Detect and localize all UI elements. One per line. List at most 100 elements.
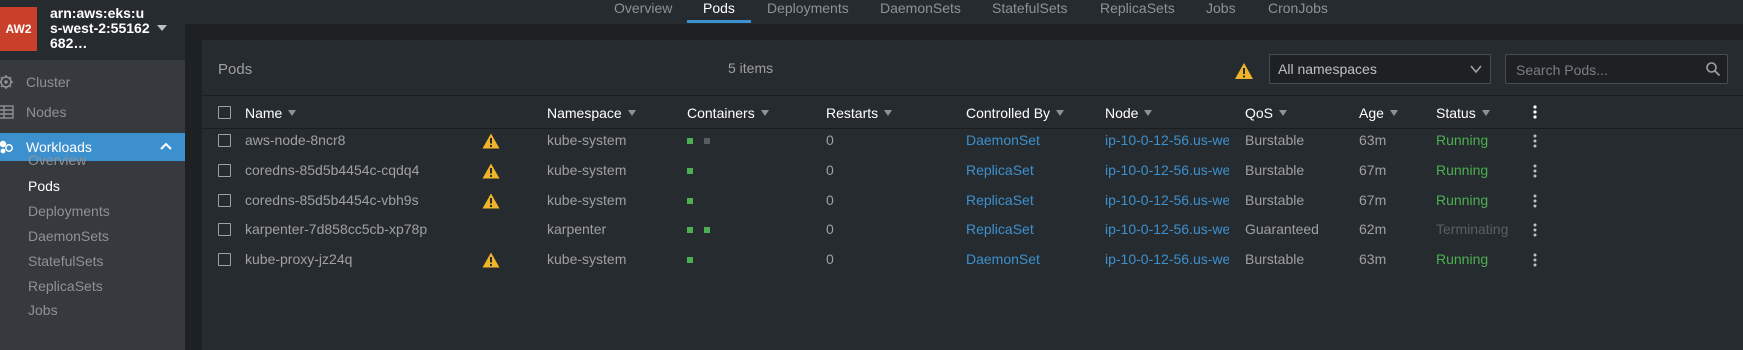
node-link[interactable]: ip-10-0-12-56.us-west-2.compute.internal — [1105, 251, 1229, 267]
node-link[interactable]: ip-10-0-12-56.us-west-2.compute.internal — [1105, 192, 1229, 208]
active-tab-indicator — [687, 20, 751, 23]
pod-namespace: kube-system — [547, 251, 627, 268]
pod-namespace: karpenter — [547, 221, 607, 238]
container-running-indicator[interactable] — [687, 227, 693, 234]
tab-cronjobs[interactable]: CronJobs — [1268, 0, 1328, 24]
cluster-header[interactable]: AW2 arn:aws:eks:us-west-2:55162682… — [0, 0, 185, 60]
items-count: 5 items — [728, 60, 774, 76]
sidebar-subitem-statefulsets[interactable]: StatefulSets — [28, 249, 104, 273]
controlled-by-link[interactable]: DaemonSet — [966, 132, 1040, 148]
pod-qos: Burstable — [1245, 251, 1305, 268]
node-link[interactable]: ip-10-0-12-56.us-west-2.compute.internal — [1105, 132, 1229, 148]
column-header-label: Controlled By — [966, 105, 1051, 121]
pod-qos: Burstable — [1245, 132, 1305, 148]
column-header-name[interactable]: Name — [245, 105, 297, 121]
container-waiting-indicator[interactable] — [704, 138, 710, 144]
sidebar-subitem-replicasets[interactable]: ReplicaSets — [28, 274, 103, 298]
tab-replicasets[interactable]: ReplicaSets — [1100, 0, 1175, 24]
container-running-indicator[interactable] — [687, 257, 693, 264]
column-header-label: Containers — [687, 105, 755, 121]
tab-jobs[interactable]: Jobs — [1206, 0, 1236, 24]
pod-restarts: 0 — [826, 132, 834, 148]
controlled-by-link[interactable]: ReplicaSet — [966, 162, 1034, 178]
row-menu-icon[interactable] — [1530, 222, 1540, 238]
container-running-indicator[interactable] — [704, 227, 710, 234]
controlled-by-link[interactable]: ReplicaSet — [966, 221, 1034, 237]
sidebar-item-nodes[interactable]: Nodes — [0, 98, 185, 126]
table-row[interactable]: coredns-85d5b4454c-cqdq4 kube-system 0 Repl… — [202, 155, 1743, 185]
container-running-indicator[interactable] — [687, 197, 693, 204]
namespace-select-value: All namespaces — [1278, 61, 1377, 77]
column-header-namespace[interactable]: Namespace — [547, 105, 636, 121]
sidebar-subitem-daemonsets[interactable]: DaemonSets — [28, 224, 109, 248]
pod-age: 62m — [1359, 221, 1387, 238]
sidebar-item-cluster[interactable]: Cluster — [0, 68, 185, 96]
sort-caret-icon — [1389, 110, 1398, 116]
search-box — [1505, 54, 1728, 84]
search-input[interactable] — [1514, 60, 1698, 80]
row-menu-icon[interactable] — [1530, 163, 1540, 179]
warning-icon[interactable] — [482, 163, 500, 179]
row-checkbox[interactable] — [218, 163, 231, 177]
row-menu-icon[interactable] — [1530, 133, 1540, 149]
table-row[interactable]: aws-node-8ncr8 kube-system 0 DaemonSet ip-10… — [202, 125, 1743, 155]
pod-name: aws-node-8ncr8 — [245, 132, 346, 148]
select-all-checkbox[interactable] — [218, 106, 231, 119]
controlled-by-link[interactable]: ReplicaSet — [966, 192, 1034, 208]
node-link[interactable]: ip-10-0-12-56.us-west-2.compute.internal — [1105, 162, 1229, 178]
column-header-controlled-by[interactable]: Controlled By — [966, 105, 1065, 121]
warning-icon[interactable] — [482, 133, 500, 149]
sort-caret-icon — [884, 110, 893, 116]
column-header-age[interactable]: Age — [1359, 105, 1398, 121]
row-checkbox[interactable] — [218, 193, 231, 207]
sort-caret-icon — [1481, 110, 1490, 116]
pod-status: Running — [1436, 251, 1489, 268]
sidebar-subitem-jobs[interactable]: Jobs — [28, 298, 58, 322]
row-checkbox[interactable] — [218, 253, 231, 267]
column-header-node[interactable]: Node — [1105, 105, 1153, 121]
controlled-by-link[interactable]: DaemonSet — [966, 251, 1040, 267]
column-header-containers[interactable]: Containers — [687, 105, 769, 121]
namespace-select[interactable]: All namespaces — [1269, 54, 1491, 84]
sidebar: AW2 arn:aws:eks:us-west-2:55162682… Clus… — [0, 0, 185, 350]
sidebar-subitem-deployments[interactable]: Deployments — [28, 199, 110, 223]
sort-caret-icon — [1279, 110, 1288, 116]
column-header-restarts[interactable]: Restarts — [826, 105, 893, 121]
column-header-label: Namespace — [547, 105, 622, 121]
table-row[interactable]: karpenter-7d858cc5cb-xp78p karpenter 0 Repl… — [202, 214, 1743, 244]
table-header: Name Namespace Containers Restarts Contr… — [202, 95, 1743, 129]
warning-icon[interactable] — [482, 252, 500, 268]
pod-age: 63m — [1359, 251, 1387, 268]
tab-statefulsets[interactable]: StatefulSets — [992, 0, 1068, 24]
sidebar-subitem-pods[interactable]: Pods — [28, 174, 60, 198]
table-row[interactable]: kube-proxy-jz24q kube-system 0 DaemonSet ip-… — [202, 244, 1743, 274]
search-icon[interactable] — [1705, 61, 1721, 77]
pod-namespace: kube-system — [547, 132, 627, 148]
row-checkbox[interactable] — [218, 223, 231, 237]
node-link[interactable]: ip-10-0-12-56.us-west-2.compute.internal — [1105, 221, 1229, 237]
caret-down-icon[interactable] — [156, 24, 168, 32]
column-header-status[interactable]: Status — [1436, 105, 1490, 121]
chevron-up-icon[interactable] — [159, 139, 173, 153]
container-running-indicator[interactable] — [687, 167, 693, 174]
pod-qos: Guaranteed — [1245, 221, 1319, 238]
warning-icon[interactable] — [1234, 62, 1254, 80]
helm-icon — [0, 74, 18, 90]
workloads-tabs: Overview Pods Deployments DaemonSets Sta… — [185, 0, 1743, 24]
table-row[interactable]: coredns-85d5b4454c-vbh9s kube-system 0 Repl… — [202, 185, 1743, 215]
container-running-indicator[interactable] — [687, 138, 693, 144]
app: AW2 arn:aws:eks:us-west-2:55162682… Clus… — [0, 0, 1743, 350]
column-header-qos[interactable]: QoS — [1245, 105, 1288, 121]
sidebar-subitem-overview[interactable]: Overview — [28, 148, 86, 172]
pod-name: coredns-85d5b4454c-cqdq4 — [245, 161, 420, 178]
pod-namespace: kube-system — [547, 191, 627, 208]
row-menu-icon[interactable] — [1530, 252, 1540, 268]
tab-daemonsets[interactable]: DaemonSets — [880, 0, 961, 24]
tab-overview[interactable]: Overview — [614, 0, 672, 24]
warning-icon[interactable] — [482, 193, 500, 209]
column-menu-icon[interactable] — [1530, 104, 1540, 120]
tab-deployments[interactable]: Deployments — [767, 0, 849, 24]
row-menu-icon[interactable] — [1530, 193, 1540, 209]
row-checkbox[interactable] — [218, 134, 231, 147]
pod-status: Running — [1436, 161, 1489, 178]
